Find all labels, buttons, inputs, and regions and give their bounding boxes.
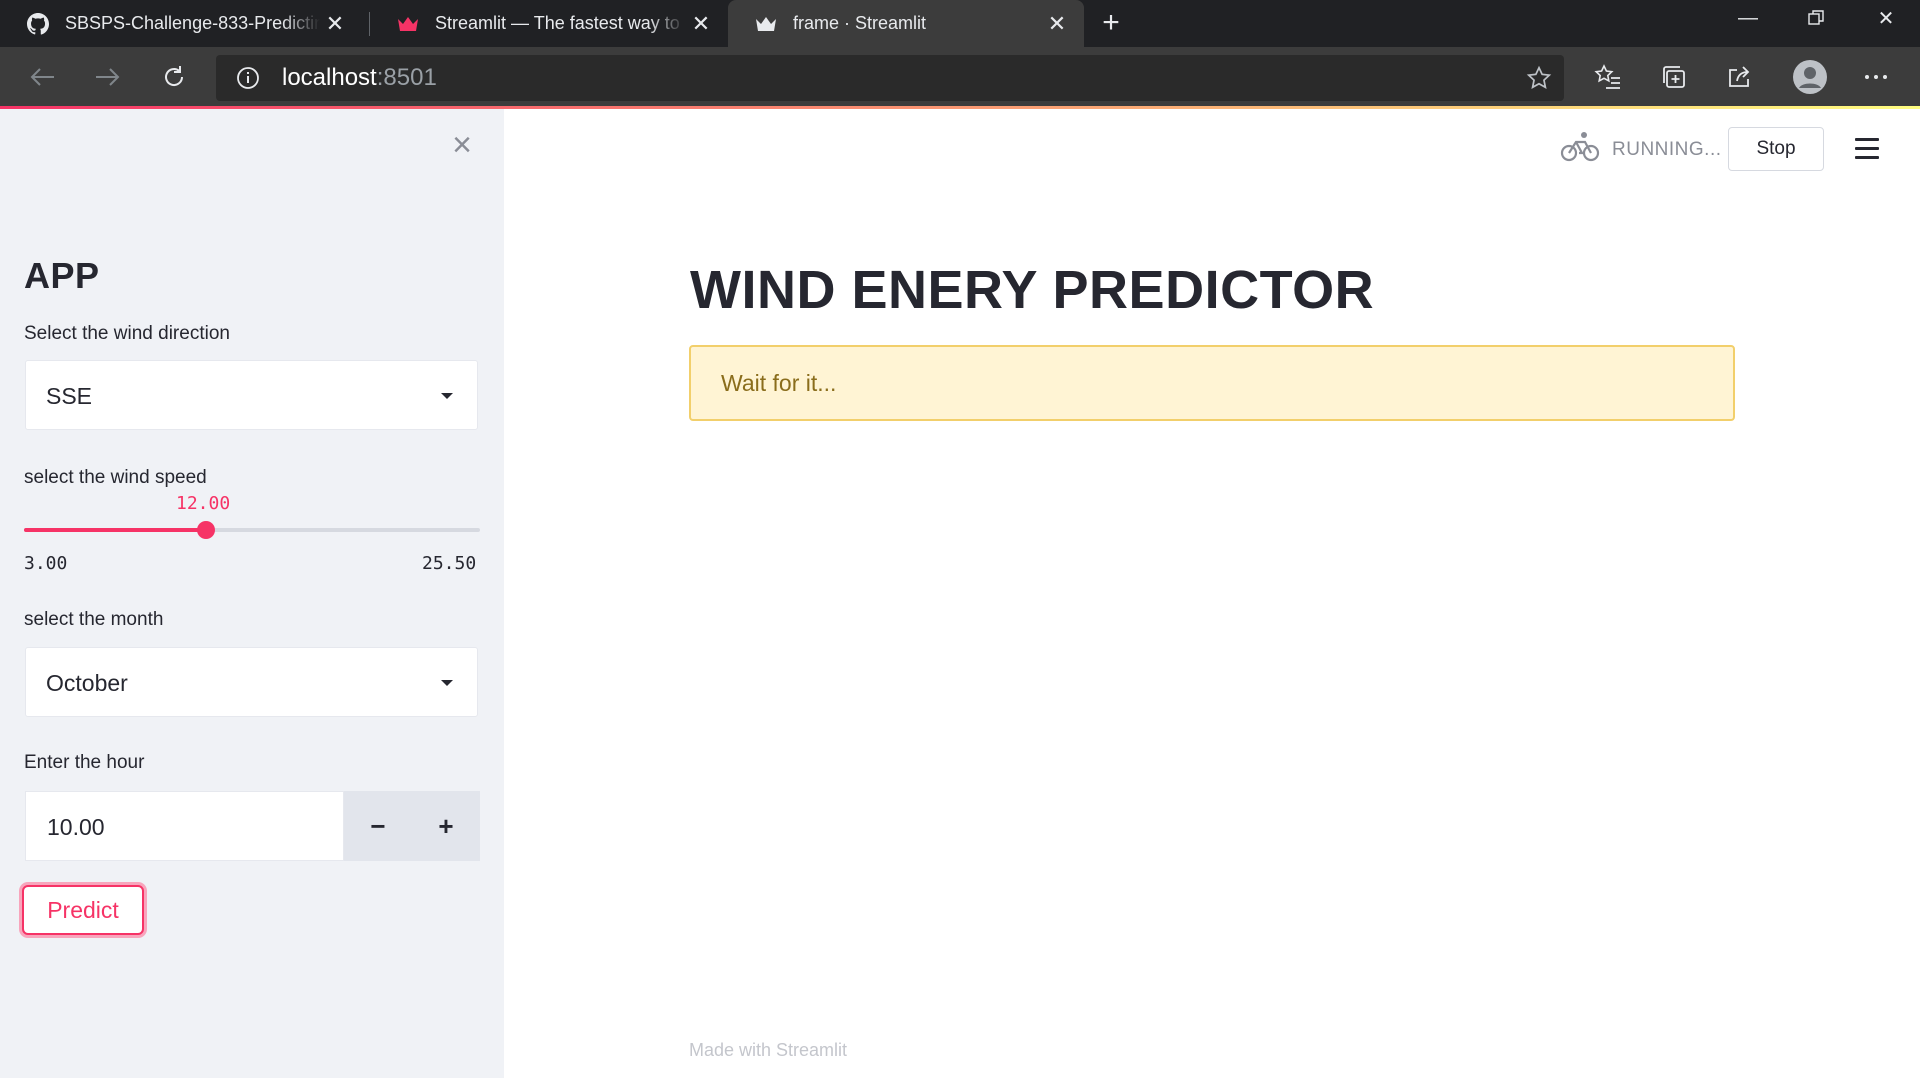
- wind-speed-max: 25.50: [422, 553, 477, 574]
- sidebar-heading: APP: [24, 255, 100, 296]
- reload-icon[interactable]: [154, 57, 194, 97]
- wind-direction-label: Select the wind direction: [24, 323, 230, 344]
- url-port: :8501: [376, 64, 437, 91]
- slider-thumb[interactable]: [197, 521, 216, 539]
- month-value: October: [46, 670, 128, 696]
- footer-link[interactable]: Made with Streamlit: [689, 1040, 847, 1061]
- tab-close-icon[interactable]: ✕: [1042, 11, 1072, 37]
- restore-icon[interactable]: [1782, 0, 1850, 36]
- tab-title: Streamlit — The fastest way to create da…: [435, 13, 686, 33]
- hour-stepper: − +: [344, 791, 480, 861]
- tab-title: SBSPS-Challenge-833-Predicting-the-energ…: [65, 13, 320, 33]
- hour-value: 10.00: [47, 814, 105, 840]
- running-status: RUNNING...: [1560, 131, 1722, 168]
- chevron-down-icon: [441, 393, 453, 399]
- month-label: select the month: [24, 609, 164, 630]
- hour-label: Enter the hour: [24, 752, 145, 773]
- tab-title: frame · Streamlit: [793, 13, 927, 33]
- wind-direction-value: SSE: [46, 383, 93, 409]
- tab-close-icon[interactable]: ✕: [686, 11, 716, 37]
- browser-tab-active[interactable]: frame · Streamlit ✕: [728, 0, 1084, 47]
- page-title: WIND ENERY PREDICTOR: [690, 260, 1375, 320]
- url-host: localhost: [282, 64, 377, 91]
- address-bar[interactable]: localhost:8501: [216, 55, 1564, 101]
- profile-avatar-icon[interactable]: [1790, 57, 1830, 97]
- alert-text: Wait for it...: [721, 370, 837, 396]
- chevron-down-icon: [441, 680, 453, 686]
- tab-close-icon[interactable]: ✕: [320, 11, 350, 37]
- wind-speed-slider[interactable]: [24, 521, 480, 539]
- browser-nav-bar: localhost:8501: [0, 47, 1920, 107]
- collections-icon[interactable]: [1656, 59, 1692, 95]
- wind-direction-select[interactable]: SSE: [25, 360, 478, 430]
- streamlit-crown-icon: [755, 13, 777, 35]
- new-tab-icon[interactable]: +: [1096, 8, 1126, 38]
- streamlit-crown-icon: [397, 13, 419, 35]
- share-icon[interactable]: [1722, 59, 1758, 95]
- browser-tab-streamlit[interactable]: Streamlit — The fastest way to create da…: [370, 0, 728, 47]
- month-select[interactable]: October: [25, 647, 478, 717]
- slider-fill: [24, 528, 207, 532]
- more-options-icon[interactable]: [1858, 59, 1894, 95]
- wind-speed-value: 12.00: [176, 493, 231, 514]
- predict-button[interactable]: Predict: [22, 885, 144, 935]
- sidebar: × APP Select the wind direction SSE sele…: [0, 109, 504, 1078]
- increment-button[interactable]: +: [412, 791, 480, 861]
- status-alert: Wait for it...: [689, 345, 1735, 421]
- browser-tab-bar: SBSPS-Challenge-833-Predicting-the-energ…: [0, 0, 1920, 47]
- github-icon: [27, 12, 49, 35]
- running-label: RUNNING...: [1612, 138, 1722, 160]
- wind-speed-min: 3.00: [24, 553, 68, 574]
- bicycle-icon: [1560, 131, 1600, 168]
- forward-icon[interactable]: [88, 57, 128, 97]
- favorite-star-icon[interactable]: [1526, 65, 1552, 96]
- stop-button[interactable]: Stop: [1728, 127, 1824, 171]
- menu-icon[interactable]: [1855, 138, 1879, 160]
- url-text: localhost:8501: [282, 55, 437, 101]
- decrement-button[interactable]: −: [344, 791, 412, 861]
- hour-input[interactable]: 10.00: [25, 791, 344, 861]
- minimize-icon[interactable]: —: [1714, 0, 1782, 36]
- browser-tab-github[interactable]: SBSPS-Challenge-833-Predicting-the-energ…: [0, 0, 362, 47]
- wind-speed-label: select the wind speed: [24, 467, 207, 488]
- sidebar-close-icon[interactable]: ×: [446, 128, 478, 162]
- back-icon[interactable]: [22, 57, 62, 97]
- favorites-icon[interactable]: [1590, 59, 1626, 95]
- site-info-icon[interactable]: [236, 66, 260, 95]
- window-close-icon[interactable]: ✕: [1852, 0, 1920, 36]
